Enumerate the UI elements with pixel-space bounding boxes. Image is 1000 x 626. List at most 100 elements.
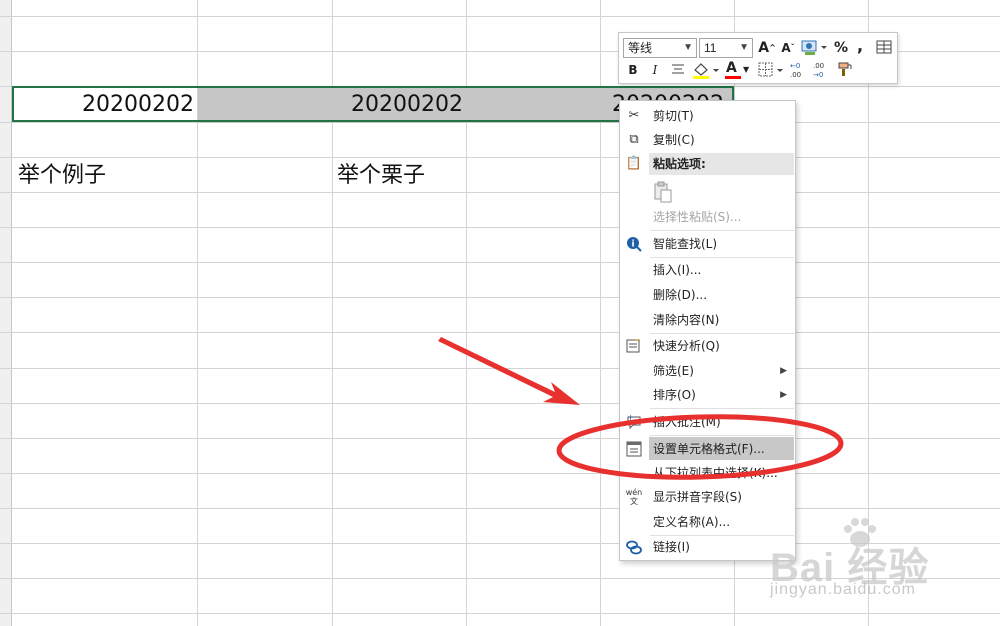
cell-a-row3[interactable]: 举个例子: [18, 158, 196, 194]
paintbrush-icon: [838, 62, 852, 76]
borders-icon: [758, 62, 783, 77]
font-color-swatch: [725, 76, 741, 79]
comment-icon: +: [625, 413, 643, 431]
grow-font-button[interactable]: A^: [758, 38, 776, 58]
svg-text:.00: .00: [790, 71, 801, 79]
paste-clipboard-icon: [654, 181, 672, 203]
chevron-down-icon: ▼: [683, 42, 693, 53]
svg-text:→0: →0: [813, 71, 823, 79]
grid-line: [0, 578, 1000, 579]
clipboard-icon: 📋: [625, 156, 643, 171]
format-painter-table-button[interactable]: [874, 38, 894, 62]
menu-item-label: 显示拼音字段(S): [653, 490, 742, 504]
grid-line: [0, 368, 1000, 369]
grow-font-icon: A: [758, 40, 770, 56]
menu-item-format-cells[interactable]: 设置单元格格式(F)...: [620, 437, 795, 461]
menu-separator: [650, 435, 794, 436]
submenu-arrow-icon: ▶: [780, 390, 787, 400]
menu-item-label: 清除内容(N): [653, 313, 720, 327]
row-header-strip[interactable]: [0, 0, 12, 626]
svg-text:.00: .00: [813, 62, 824, 70]
shrink-font-icon: A: [781, 41, 791, 55]
menu-item-show-phonetic[interactable]: wén 文 显示拼音字段(S): [620, 485, 795, 509]
format-painter-button[interactable]: [835, 60, 855, 84]
menu-item-label: 快速分析(Q): [653, 339, 720, 353]
menu-item-delete[interactable]: 删除(D)...: [620, 283, 795, 307]
menu-item-insert-comment[interactable]: + 插入批注(M): [620, 410, 795, 434]
table-style-icon: [876, 40, 892, 54]
align-center-button[interactable]: [669, 60, 687, 84]
menu-item-label: 从下拉列表中选择(K)...: [653, 466, 778, 480]
percent-style-button[interactable]: %: [833, 38, 849, 58]
comma-icon: ,: [856, 36, 864, 55]
grid-line: [0, 473, 1000, 474]
font-name-combo[interactable]: 等线 ▼: [623, 38, 697, 58]
align-center-icon: [672, 64, 684, 74]
increase-decimal-icon: ←0 .00: [790, 62, 801, 79]
menu-item-insert[interactable]: 插入(I)...: [620, 258, 795, 282]
font-size-value: 11: [704, 41, 717, 55]
decrease-decimal-icon: .00 →0: [813, 62, 824, 79]
bold-button[interactable]: B: [625, 60, 641, 80]
context-menu: ✂ 剪切(T) ⧉ 复制(C) 📋 粘贴选项: 选择性粘贴(S)... i 智能…: [619, 100, 796, 561]
italic-button[interactable]: I: [647, 60, 663, 80]
chevron-down-icon: ▼: [739, 42, 749, 53]
paste-option-button[interactable]: [620, 177, 795, 205]
cell-c-row1[interactable]: 20200202: [334, 87, 463, 123]
menu-item-filter[interactable]: 筛选(E) ▶: [620, 359, 795, 383]
font-name-value: 等线: [628, 41, 653, 55]
menu-item-label: 排序(O): [653, 388, 696, 402]
menu-item-copy[interactable]: ⧉ 复制(C): [620, 128, 795, 152]
comma-style-button[interactable]: ,: [853, 36, 867, 56]
menu-item-paste-options: 📋 粘贴选项:: [620, 152, 795, 176]
menu-item-smart-lookup[interactable]: i 智能查找(L): [620, 232, 795, 256]
quick-analysis-icon: [625, 337, 643, 355]
menu-item-label: 链接(I): [653, 540, 690, 554]
menu-item-cut[interactable]: ✂ 剪切(T): [620, 104, 795, 128]
cell-c-row3[interactable]: 举个栗子: [337, 158, 465, 194]
menu-item-label: 定义名称(A)...: [653, 515, 731, 529]
menu-item-label: 筛选(E): [653, 364, 694, 378]
shrink-font-button[interactable]: Aˇ: [779, 38, 797, 58]
grid-line: [0, 262, 1000, 263]
menu-item-label: 插入批注(M): [653, 415, 721, 429]
cell-a-row1[interactable]: 20200202: [14, 87, 194, 123]
menu-item-label: 智能查找(L): [653, 237, 718, 251]
grid-line: [0, 227, 1000, 228]
menu-separator: [650, 408, 794, 409]
chevron-down-icon: ▼: [743, 65, 750, 74]
menu-item-quick-analysis[interactable]: 快速分析(Q): [620, 334, 795, 358]
menu-item-label: 粘贴选项:: [653, 157, 706, 171]
grid-line: [0, 332, 1000, 333]
grid-line: [0, 543, 1000, 544]
menu-item-link[interactable]: 链接(I): [620, 535, 795, 559]
decrease-decimal-button[interactable]: .00 →0: [812, 60, 832, 86]
menu-item-label: 插入(I)...: [653, 263, 702, 277]
italic-icon: I: [652, 63, 658, 77]
grid-line: [0, 16, 1000, 17]
submenu-arrow-icon: ▶: [780, 366, 787, 376]
format-cells-icon: [625, 440, 643, 458]
borders-button[interactable]: [757, 60, 787, 86]
grid-line: [0, 297, 1000, 298]
menu-item-define-name[interactable]: 定义名称(A)...: [620, 510, 795, 534]
menu-item-clear-contents[interactable]: 清除内容(N): [620, 308, 795, 332]
percent-icon: %: [833, 40, 849, 56]
menu-item-sort[interactable]: 排序(O) ▶: [620, 383, 795, 407]
font-color-icon: A: [726, 60, 737, 76]
svg-text:i: i: [631, 240, 634, 250]
menu-item-paste-special[interactable]: 选择性粘贴(S)...: [620, 205, 795, 229]
menu-item-pick-from-list[interactable]: 从下拉列表中选择(K)...: [620, 461, 795, 485]
grid-line: [868, 0, 869, 626]
increase-decimal-button[interactable]: ←0 .00: [789, 60, 809, 82]
mini-format-toolbar: 等线 ▼ 11 ▼ A^ Aˇ % , B I A ▼ ←0 .00 .00 →…: [618, 32, 898, 84]
grid-line: [0, 438, 1000, 439]
menu-item-label: 设置单元格格式(F)...: [653, 442, 765, 456]
smart-lookup-icon: i: [625, 235, 643, 253]
font-size-combo[interactable]: 11 ▼: [699, 38, 753, 58]
fill-color-button[interactable]: [691, 60, 721, 86]
grid-line: [0, 508, 1000, 509]
svg-text:←0: ←0: [790, 62, 800, 70]
svg-text:+: +: [627, 413, 634, 422]
spreadsheet-grid[interactable]: 20200202 20200202 20200202 举个例子 举个栗子: [0, 0, 1000, 626]
